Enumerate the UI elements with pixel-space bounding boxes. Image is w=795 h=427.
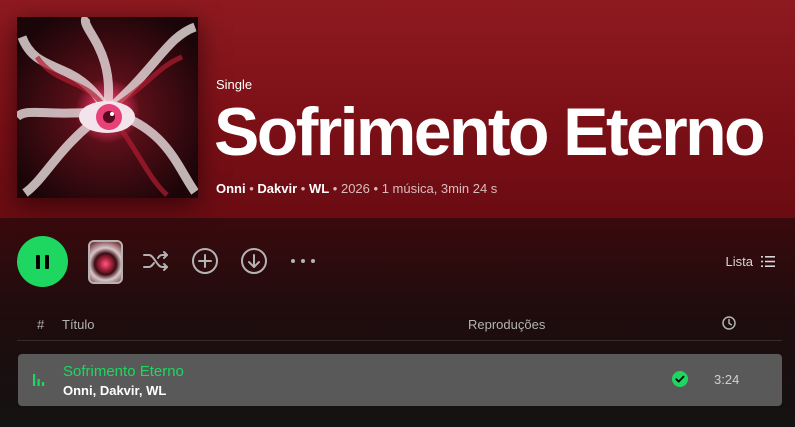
artist-link-wl[interactable]: WL xyxy=(309,181,329,196)
tracklist-header: # Título Reproduções xyxy=(17,308,782,341)
album-summary: 1 música, 3min 24 s xyxy=(381,181,498,196)
column-number: # xyxy=(37,317,45,332)
dot-separator: • xyxy=(373,181,382,196)
dot-separator: • xyxy=(332,181,341,196)
plus-circle-icon xyxy=(192,248,218,274)
artist-link-dakvir[interactable]: Dakvir xyxy=(257,181,297,196)
download-icon xyxy=(241,248,267,274)
pause-button[interactable] xyxy=(17,236,68,287)
shuffle-icon xyxy=(143,251,168,271)
add-to-library-button[interactable] xyxy=(190,246,220,276)
more-dots-icon xyxy=(291,259,315,263)
artist-link-onni[interactable]: Onni xyxy=(216,181,246,196)
album-title: Sofrimento Eterno xyxy=(214,94,766,170)
album-meta: Onni • Dakvir • WL • 2026 • 1 música, 3m… xyxy=(216,181,497,196)
preview-thumbnail[interactable] xyxy=(88,240,123,284)
check-circle-icon xyxy=(672,371,688,387)
view-toggle-button[interactable]: Lista xyxy=(726,254,775,269)
dot-separator: • xyxy=(300,181,309,196)
list-icon xyxy=(761,256,775,267)
clock-icon xyxy=(722,316,736,330)
pause-icon-bar xyxy=(45,254,49,269)
track-artists[interactable]: Onni, Dakvir, WL xyxy=(63,383,166,398)
action-bar: Lista xyxy=(0,230,795,292)
album-cover[interactable] xyxy=(17,17,198,198)
pause-icon xyxy=(36,254,40,269)
more-options-button[interactable] xyxy=(288,246,318,276)
track-title[interactable]: Sofrimento Eterno xyxy=(63,363,184,380)
now-playing-equalizer-icon xyxy=(32,372,46,391)
release-year: 2026 xyxy=(340,181,370,196)
column-title: Título xyxy=(62,317,95,332)
download-button[interactable] xyxy=(239,246,269,276)
track-duration: 3:24 xyxy=(714,372,740,387)
column-duration xyxy=(722,316,736,333)
column-plays: Reproduções xyxy=(468,317,546,332)
saved-check-button[interactable] xyxy=(672,371,688,392)
shuffle-button[interactable] xyxy=(141,246,171,276)
album-type-label: Single xyxy=(216,77,253,92)
view-toggle-label: Lista xyxy=(725,254,753,269)
track-row[interactable]: Sofrimento Eterno Onni, Dakvir, WL 3:24 xyxy=(18,354,782,406)
